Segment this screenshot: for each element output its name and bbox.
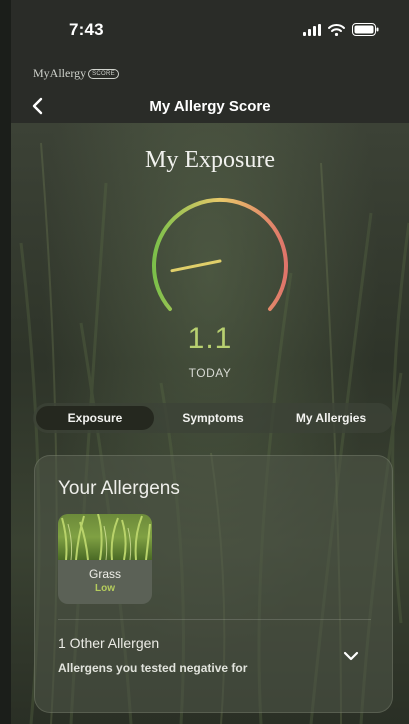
gauge-arc (152, 198, 288, 311)
divider (58, 619, 371, 620)
other-allergen-title: 1 Other Allergen (58, 635, 160, 651)
exposure-title: My Exposure (145, 147, 275, 173)
signal-icon (303, 23, 321, 36)
battery-icon (352, 23, 379, 36)
tab-bar: Exposure Symptoms My Allergies (33, 403, 393, 433)
allergen-tile-grass[interactable]: Grass Low (58, 514, 152, 604)
score-label: TODAY (188, 366, 232, 380)
chevron-down-icon (343, 651, 359, 661)
other-allergen-subtitle: Allergens you tested negative for (58, 661, 248, 675)
grass-image (58, 514, 152, 561)
exposure-score: 1.1 (187, 322, 233, 355)
page-title: My Allergy Score (149, 98, 271, 115)
brand-name: MyAllergy (33, 66, 87, 80)
brand-badge: SCORE (88, 68, 119, 79)
tab-exposure[interactable]: Exposure (36, 406, 154, 430)
gauge-needle (170, 259, 222, 273)
tab-symptoms[interactable]: Symptoms (154, 406, 272, 430)
header: 7:43 MyAllergy SCORE My Allergy Score (11, 0, 409, 123)
brand-logo: MyAllergy SCORE (33, 66, 119, 81)
allergen-level: Low (95, 583, 115, 594)
allergens-card: Your Allergens Grass Low 1 Other Allerge… (34, 455, 393, 713)
phone-screen: 7:43 MyAllergy SCORE My Allergy Score My… (11, 0, 409, 724)
tab-my-allergies[interactable]: My Allergies (272, 406, 390, 430)
allergens-title: Your Allergens (58, 478, 180, 499)
exposure-gauge (152, 198, 288, 311)
wifi-icon (328, 23, 345, 36)
expand-button[interactable] (341, 648, 361, 664)
status-time: 7:43 (69, 20, 104, 39)
status-icons (303, 23, 379, 36)
allergen-name: Grass (88, 567, 121, 581)
